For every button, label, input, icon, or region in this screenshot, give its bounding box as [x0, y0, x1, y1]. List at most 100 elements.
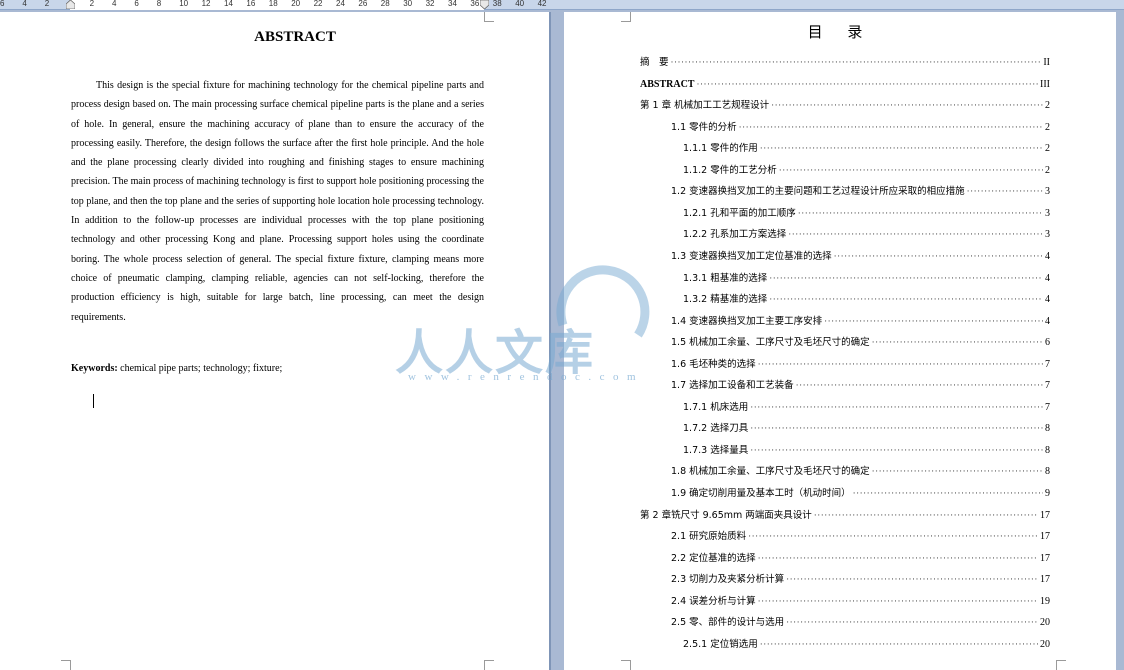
- abstract-keywords: Keywords: chemical pipe parts; technolog…: [71, 359, 484, 378]
- toc-entry-page: 3: [1045, 229, 1050, 241]
- toc-leader-dots: ········································…: [813, 509, 1038, 520]
- toc-entry-label: 1.2.1 孔和平面的加工顺序: [683, 207, 796, 219]
- toc-entry-label: 2.1 研究原始质料: [671, 531, 747, 543]
- toc-entry-label: 摘 要: [640, 57, 669, 68]
- left-indent-marker-icon[interactable]: [66, 0, 75, 9]
- toc-entry[interactable]: 2.2 定位基准的选择 ·····························…: [640, 550, 1050, 564]
- toc-entry[interactable]: ABSTRACT ································…: [640, 76, 1050, 90]
- toc-entry[interactable]: 1.2 变速器换挡叉加工的主要问题和工艺过程设计所应采取的相应措施 ·······…: [640, 183, 1050, 197]
- toc-leader-dots: ········································…: [852, 488, 1043, 498]
- toc-entry-label: 1.4 变速器换挡叉加工主要工序安排: [671, 315, 823, 327]
- ruler-tick-label: 34: [448, 0, 457, 8]
- toc-entry[interactable]: 1.4 变速器换挡叉加工主要工序安排 ······················…: [640, 313, 1050, 327]
- toc-entry-label: 1.7.1 机床选用: [683, 401, 749, 413]
- toc-entry-page: II: [1043, 57, 1050, 68]
- toc-entry-label: 1.7.2 选择刀具: [683, 423, 749, 435]
- toc-entry[interactable]: 1.7.2 选择刀具 ······························…: [640, 420, 1050, 434]
- toc-entry-label: 2.3 切削力及夹紧分析计算: [671, 574, 785, 586]
- toc-entry-label: 1.1.1 零件的作用: [683, 143, 758, 155]
- toc-entry[interactable]: 1.3.1 粗基准的选择 ····························…: [640, 270, 1050, 284]
- toc-entry-label: 1.7 选择加工设备和工艺装备: [671, 380, 794, 392]
- toc-entry-label: 1.2 变速器换挡叉加工的主要问题和工艺过程设计所应采取的相应措施: [671, 186, 965, 198]
- toc-leader-dots: ········································…: [788, 229, 1043, 240]
- toc-leader-dots: ········································…: [833, 250, 1043, 261]
- toc-entry[interactable]: 1.3.2 精基准的选择 ····························…: [640, 291, 1050, 305]
- toc-entry[interactable]: 1.1.2 零件的工艺分析 ···························…: [640, 162, 1050, 176]
- toc-entry[interactable]: 1.6 毛坯种类的选择 ·····························…: [640, 356, 1050, 370]
- toc-entry-label: 1.9 确定切削用量及基本工时（机动时间）: [671, 488, 851, 499]
- toc-entry-label: 1.2.2 孔系加工方案选择: [683, 229, 787, 241]
- toc-entry-page: 17: [1040, 552, 1050, 564]
- toc-entry-label: 1.1.2 零件的工艺分析: [683, 164, 777, 176]
- toc-leader-dots: ········································…: [748, 531, 1038, 542]
- toc-entry[interactable]: 2.5 零、部件的设计与选用 ··························…: [640, 614, 1050, 628]
- toc-entry-page: 8: [1045, 444, 1050, 456]
- ruler-tick-label: 20: [291, 0, 301, 8]
- toc-entry-page: 8: [1045, 466, 1050, 478]
- toc-entry-label: 2.5 零、部件的设计与选用: [671, 617, 785, 629]
- right-indent-marker-icon[interactable]: [480, 0, 489, 9]
- toc-leader-dots: ········································…: [824, 315, 1043, 326]
- toc-entry-page: 8: [1045, 423, 1050, 435]
- toc-leader-dots: ········································…: [778, 164, 1043, 175]
- toc-entry[interactable]: 2.1 研究原始质料 ······························…: [640, 528, 1050, 542]
- ruler-tick-label: 12: [201, 0, 211, 8]
- toc-entry-page: 20: [1040, 617, 1050, 629]
- toc-leader-dots: ········································…: [670, 57, 1042, 67]
- ruler-tick-label: 10: [179, 0, 189, 8]
- crop-mark: [1056, 660, 1066, 670]
- ruler-tick-label: 38: [492, 0, 502, 8]
- crop-mark: [621, 660, 631, 670]
- ruler-tick-label: 2: [44, 0, 50, 8]
- text-cursor: [93, 394, 94, 408]
- toc-entry[interactable]: 1.7.1 机床选用 ······························…: [640, 399, 1050, 413]
- crop-mark: [484, 660, 494, 670]
- toc-entry[interactable]: 1.9 确定切削用量及基本工时（机动时间） ···················…: [640, 485, 1050, 499]
- toc-entry-page: 20: [1040, 638, 1050, 650]
- toc-entry-page: 4: [1045, 250, 1050, 262]
- ruler-tick-label: 6: [0, 0, 5, 8]
- toc-entry[interactable]: 2.3 切削力及夹紧分析计算 ··························…: [640, 571, 1050, 585]
- toc-entry-label: ABSTRACT: [640, 78, 695, 90]
- toc-leader-dots: ········································…: [696, 78, 1038, 89]
- toc-entry[interactable]: 1.2.1 孔和平面的加工顺序 ·························…: [640, 205, 1050, 219]
- ruler-tick-label: 14: [224, 0, 233, 8]
- toc-entry-label: 第 2 章铣尺寸 9.65mm 两端面夹具设计: [640, 509, 812, 521]
- toc-leader-dots: ········································…: [750, 401, 1043, 412]
- toc-entry[interactable]: 第 1 章 机械加工工艺规程设计 ························…: [640, 97, 1050, 111]
- ruler-tick-label: 22: [313, 0, 323, 8]
- toc-entry[interactable]: 1.5 机械加工余量、工序尺寸及毛坯尺寸的确定 ·················…: [640, 334, 1050, 348]
- toc-leader-dots: ········································…: [759, 143, 1043, 154]
- toc-entry[interactable]: 1.7 选择加工设备和工艺装备 ·························…: [640, 377, 1050, 391]
- toc-entry-page: 7: [1045, 401, 1050, 413]
- toc-entry[interactable]: 1.2.2 孔系加工方案选择 ··························…: [640, 226, 1050, 240]
- ruler-tick-label: 18: [268, 0, 278, 8]
- toc-entry[interactable]: 2.5.1 定位销选用 ·····························…: [640, 636, 1050, 650]
- toc-entry-label: 1.3 变速器换挡叉加工定位基准的选择: [671, 250, 832, 262]
- toc-entry-page: 3: [1045, 186, 1050, 198]
- toc-entry[interactable]: 1.1 零件的分析 ·······························…: [640, 119, 1050, 133]
- toc-entry-label: 1.6 毛坯种类的选择: [671, 358, 756, 370]
- toc-leader-dots: ········································…: [966, 186, 1043, 197]
- toc-entry-label: 1.8 机械加工余量、工序尺寸及毛坯尺寸的确定: [671, 466, 870, 478]
- toc-entry[interactable]: 1.3 变速器换挡叉加工定位基准的选择 ·····················…: [640, 248, 1050, 262]
- toc-entry-page: 4: [1045, 294, 1050, 306]
- toc-entry[interactable]: 第 2 章铣尺寸 9.65mm 两端面夹具设计 ·················…: [640, 507, 1050, 521]
- toc-leader-dots: ········································…: [871, 337, 1043, 348]
- crop-mark: [484, 12, 494, 22]
- toc-entry[interactable]: 2.4 误差分析与计算 ·····························…: [640, 593, 1050, 607]
- toc-entry-page: 7: [1045, 380, 1050, 392]
- ruler-tick-label: 24: [336, 0, 345, 8]
- toc-entry-label: 第 1 章 机械加工工艺规程设计: [640, 100, 770, 112]
- toc-leader-dots: ········································…: [795, 380, 1043, 391]
- toc-entry[interactable]: 摘 要 ·····································…: [640, 54, 1050, 68]
- toc-leader-dots: ········································…: [786, 617, 1038, 628]
- toc-entry[interactable]: 1.1.1 零件的作用 ·····························…: [640, 140, 1050, 154]
- toc-entry[interactable]: 1.7.3 选择量具 ······························…: [640, 442, 1050, 456]
- toc-entry[interactable]: 1.8 机械加工余量、工序尺寸及毛坯尺寸的确定 ·················…: [640, 463, 1050, 477]
- horizontal-ruler[interactable]: 6 4 2 2 4 6 8 10 12 14 16 18 20 22 24 26 28 30 32 34 36 38 40 4…: [0, 0, 1124, 10]
- abstract-body: This design is the special fixture for m…: [71, 80, 484, 323]
- ruler-tick-label: 16: [246, 0, 256, 8]
- toc-leader-dots: ········································…: [871, 466, 1043, 477]
- ruler-tick-label: 42: [537, 0, 547, 8]
